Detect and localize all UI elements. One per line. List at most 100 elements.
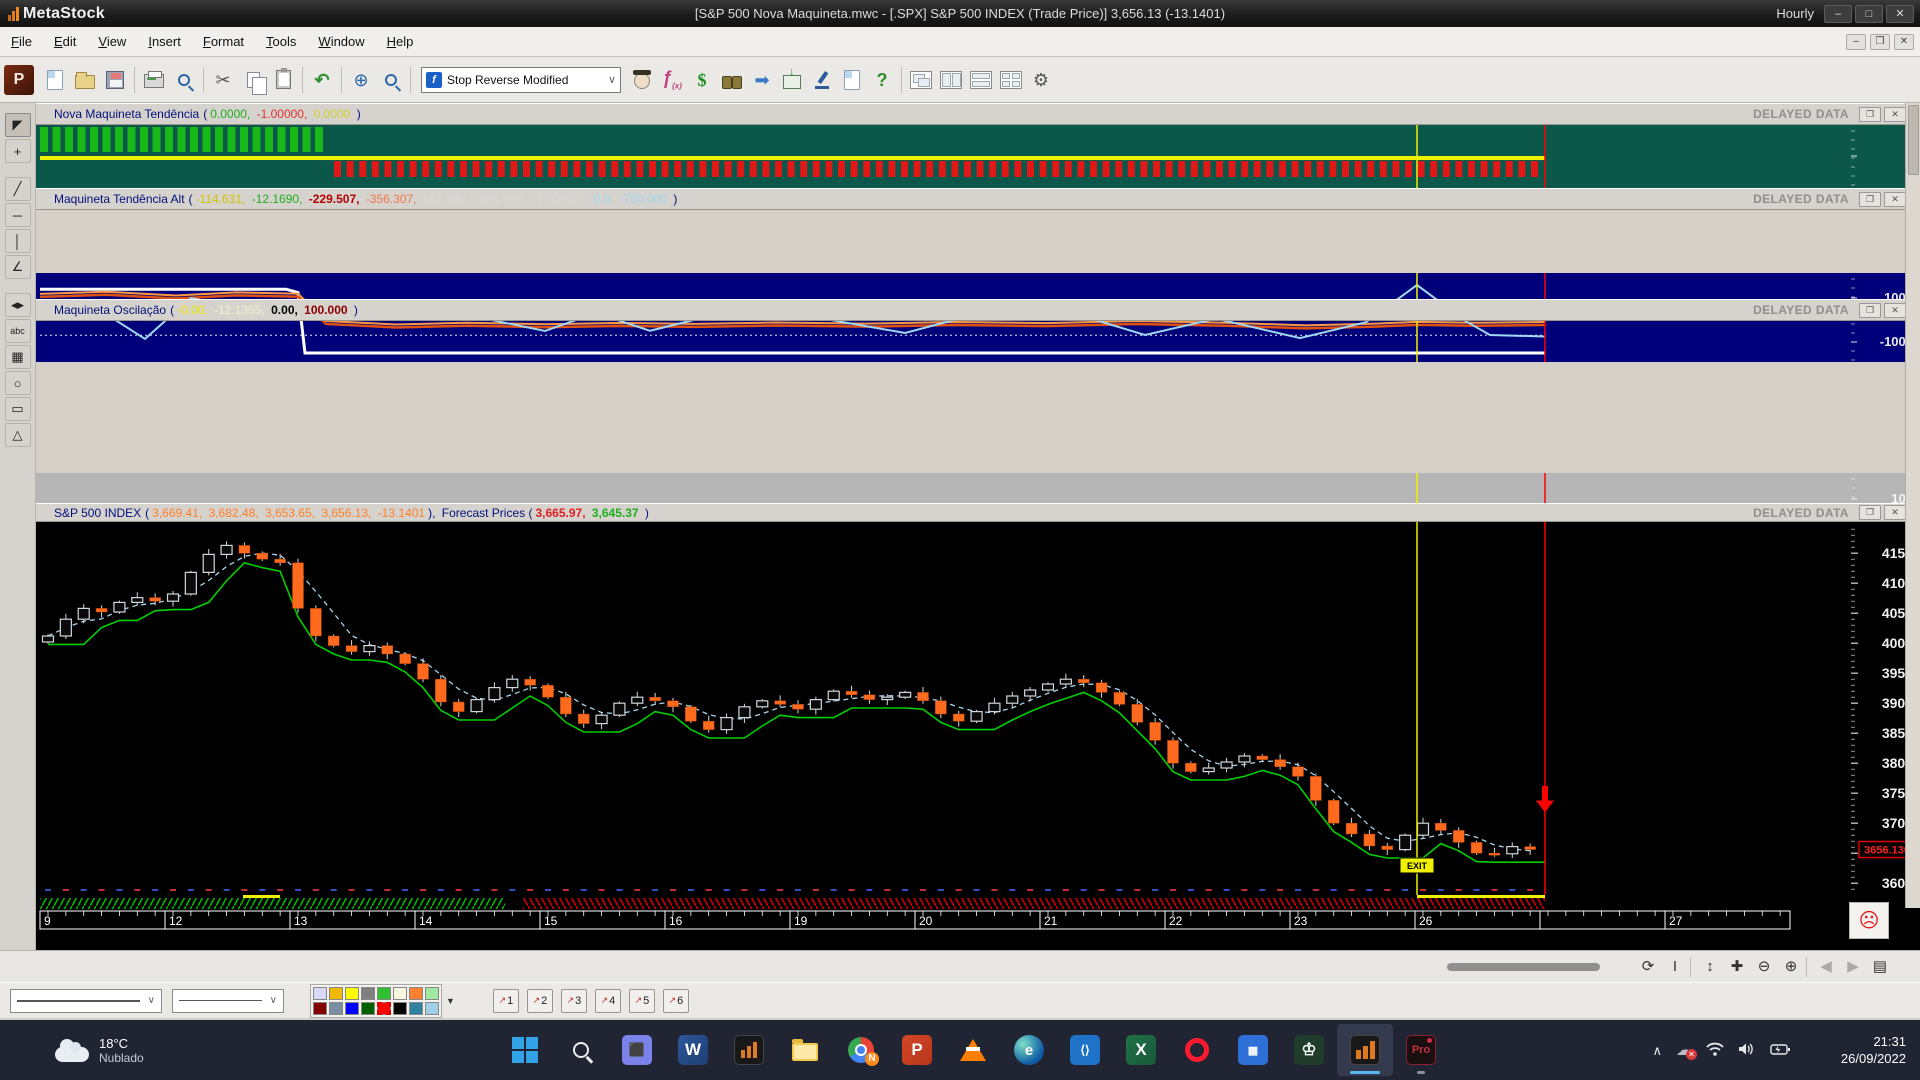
open-icon[interactable] (70, 65, 100, 95)
color-swatch[interactable] (393, 986, 407, 1000)
color-swatch[interactable] (313, 986, 327, 1000)
color-swatch[interactable] (361, 986, 375, 1000)
paste-icon[interactable] (268, 65, 298, 95)
color-swatch[interactable] (345, 986, 359, 1000)
crosshair-pointer-button[interactable]: I (1663, 955, 1687, 979)
page-back-button[interactable]: ◀ (1814, 955, 1838, 979)
crosshair-tool[interactable]: + (4, 139, 31, 163)
text-tool[interactable]: abc (4, 319, 31, 343)
color-swatch[interactable] (329, 1001, 343, 1015)
panel-restore-button[interactable]: ❒ (1859, 505, 1881, 520)
explorer-icon[interactable] (717, 65, 747, 95)
panel-close-button[interactable]: ✕ (1884, 302, 1906, 318)
taskbar-opera-icon[interactable] (1169, 1024, 1225, 1076)
taskbar-metastock-icon[interactable] (1337, 1024, 1393, 1076)
taskbar-powerpoint-icon[interactable]: P (889, 1024, 945, 1076)
chart-menu-button[interactable]: ▤ (1868, 955, 1892, 979)
chart-layout-button-3[interactable]: ↗ 3 (560, 988, 587, 1013)
vertical-scrollbar-thumb[interactable] (1908, 105, 1919, 175)
menu-window[interactable]: Window (307, 34, 375, 49)
horizontal-line-tool[interactable]: ─ (4, 203, 31, 227)
zoom-region-icon[interactable] (376, 65, 406, 95)
copy-icon[interactable] (238, 65, 268, 95)
color-swatch[interactable] (377, 1001, 391, 1015)
print-icon[interactable] (139, 65, 169, 95)
color-swatch[interactable] (313, 1001, 327, 1015)
line-weight-dropdown[interactable]: ∨ (172, 988, 284, 1013)
menu-insert[interactable]: Insert (137, 34, 192, 49)
downloader-icon[interactable] (777, 65, 807, 95)
taskbar-clock[interactable]: 21:31 26/09/2022 (1841, 1033, 1906, 1067)
report-icon[interactable] (837, 65, 867, 95)
trendline-tool[interactable]: ╱ (4, 177, 31, 201)
cascade-windows-icon[interactable] (906, 65, 936, 95)
color-swatch[interactable] (329, 986, 343, 1000)
forecaster-icon[interactable]: ➡ (747, 65, 777, 95)
taskbar-edge-icon[interactable]: e (1001, 1024, 1057, 1076)
chart-layout-button-4[interactable]: ↗ 4 (594, 988, 621, 1013)
menu-format[interactable]: Format (192, 34, 255, 49)
taskbar-pro-icon[interactable]: Pro (1393, 1024, 1449, 1076)
angle-line-tool[interactable]: ∠ (4, 255, 31, 279)
taskbar-teams-icon[interactable]: ⬛ (609, 1024, 665, 1076)
menu-file[interactable]: File (0, 34, 43, 49)
menu-view[interactable]: View (87, 34, 137, 49)
tile-horizontal-icon[interactable] (966, 65, 996, 95)
mdi-minimize-button[interactable]: – (1846, 33, 1866, 50)
indicator-builder-icon[interactable]: ƒ(x) (657, 65, 687, 95)
battery-icon[interactable] (1770, 1042, 1790, 1058)
mdi-restore-button[interactable]: ❒ (1870, 33, 1890, 50)
panel-restore-button[interactable]: ❒ (1859, 191, 1881, 207)
new-chart-icon[interactable] (40, 65, 70, 95)
color-swatch[interactable] (377, 986, 391, 1000)
panel-close-button[interactable]: ✕ (1884, 191, 1906, 207)
taskbar-vlc-icon[interactable] (945, 1024, 1001, 1076)
color-swatch[interactable] (409, 1001, 423, 1015)
context-help-icon[interactable]: ? (867, 65, 897, 95)
volume-icon[interactable] (1738, 1042, 1756, 1059)
pointer-tool[interactable]: ◤ (4, 113, 31, 137)
wifi-icon[interactable] (1706, 1042, 1724, 1059)
weather-widget[interactable]: 18°C Nublado (55, 1036, 144, 1065)
minimize-button[interactable]: – (1824, 4, 1852, 23)
color-swatch[interactable] (409, 986, 423, 1000)
menu-edit[interactable]: Edit (43, 34, 87, 49)
horizontal-scrollbar-thumb[interactable] (1447, 963, 1600, 971)
refresh-button[interactable]: ⟳ (1636, 955, 1660, 979)
taskbar-excel-icon[interactable]: X (1113, 1024, 1169, 1076)
chevron-up-icon[interactable]: ∧ (1652, 1042, 1662, 1059)
panel-close-button[interactable]: ✕ (1884, 106, 1906, 122)
zoom-in-button[interactable]: ⊕ (1779, 955, 1803, 979)
onedrive-error-icon[interactable]: ☁ ✕ (1676, 1040, 1697, 1060)
page-forward-button[interactable]: ▶ (1841, 955, 1865, 979)
taskbar-search-icon[interactable] (553, 1024, 609, 1076)
panel-restore-button[interactable]: ❒ (1859, 106, 1881, 122)
triangle-tool[interactable]: △ (4, 423, 31, 447)
vertical-zoom-button[interactable]: ↕ (1698, 955, 1722, 979)
close-button[interactable]: ✕ (1886, 4, 1914, 23)
grid-tool[interactable]: ▦ (4, 345, 31, 369)
color-swatch[interactable] (345, 1001, 359, 1015)
metastock-p-icon[interactable]: P (4, 64, 34, 95)
zoom-out-button[interactable]: ⊖ (1752, 955, 1776, 979)
maximize-button[interactable]: □ (1855, 4, 1883, 23)
panel-restore-button[interactable]: ❒ (1859, 302, 1881, 318)
tile-quad-icon[interactable] (996, 65, 1026, 95)
cut-icon[interactable]: ✂ (208, 65, 238, 95)
color-swatch[interactable] (425, 1001, 439, 1015)
workspace-options-icon[interactable]: ⚙ (1026, 65, 1056, 95)
color-swatch[interactable] (361, 1001, 375, 1015)
expert-advisor-icon[interactable] (627, 65, 657, 95)
taskbar-file-explorer-icon[interactable] (777, 1024, 833, 1076)
taskbar-chess-icon[interactable]: ♔ (1281, 1024, 1337, 1076)
taskbar-word-icon[interactable]: W (665, 1024, 721, 1076)
pan-button[interactable]: ✚ (1725, 955, 1749, 979)
color-swatch[interactable] (425, 986, 439, 1000)
taskbar-metastock-mini-icon[interactable] (721, 1024, 777, 1076)
scan-icon[interactable] (807, 65, 837, 95)
print-preview-icon[interactable] (169, 65, 199, 95)
line-style-dropdown[interactable]: ∨ (10, 988, 162, 1013)
chart-layout-button-5[interactable]: ↗ 5 (628, 988, 655, 1013)
mdi-close-button[interactable]: ✕ (1894, 33, 1914, 50)
chart-layout-button-6[interactable]: ↗ 6 (662, 988, 689, 1013)
